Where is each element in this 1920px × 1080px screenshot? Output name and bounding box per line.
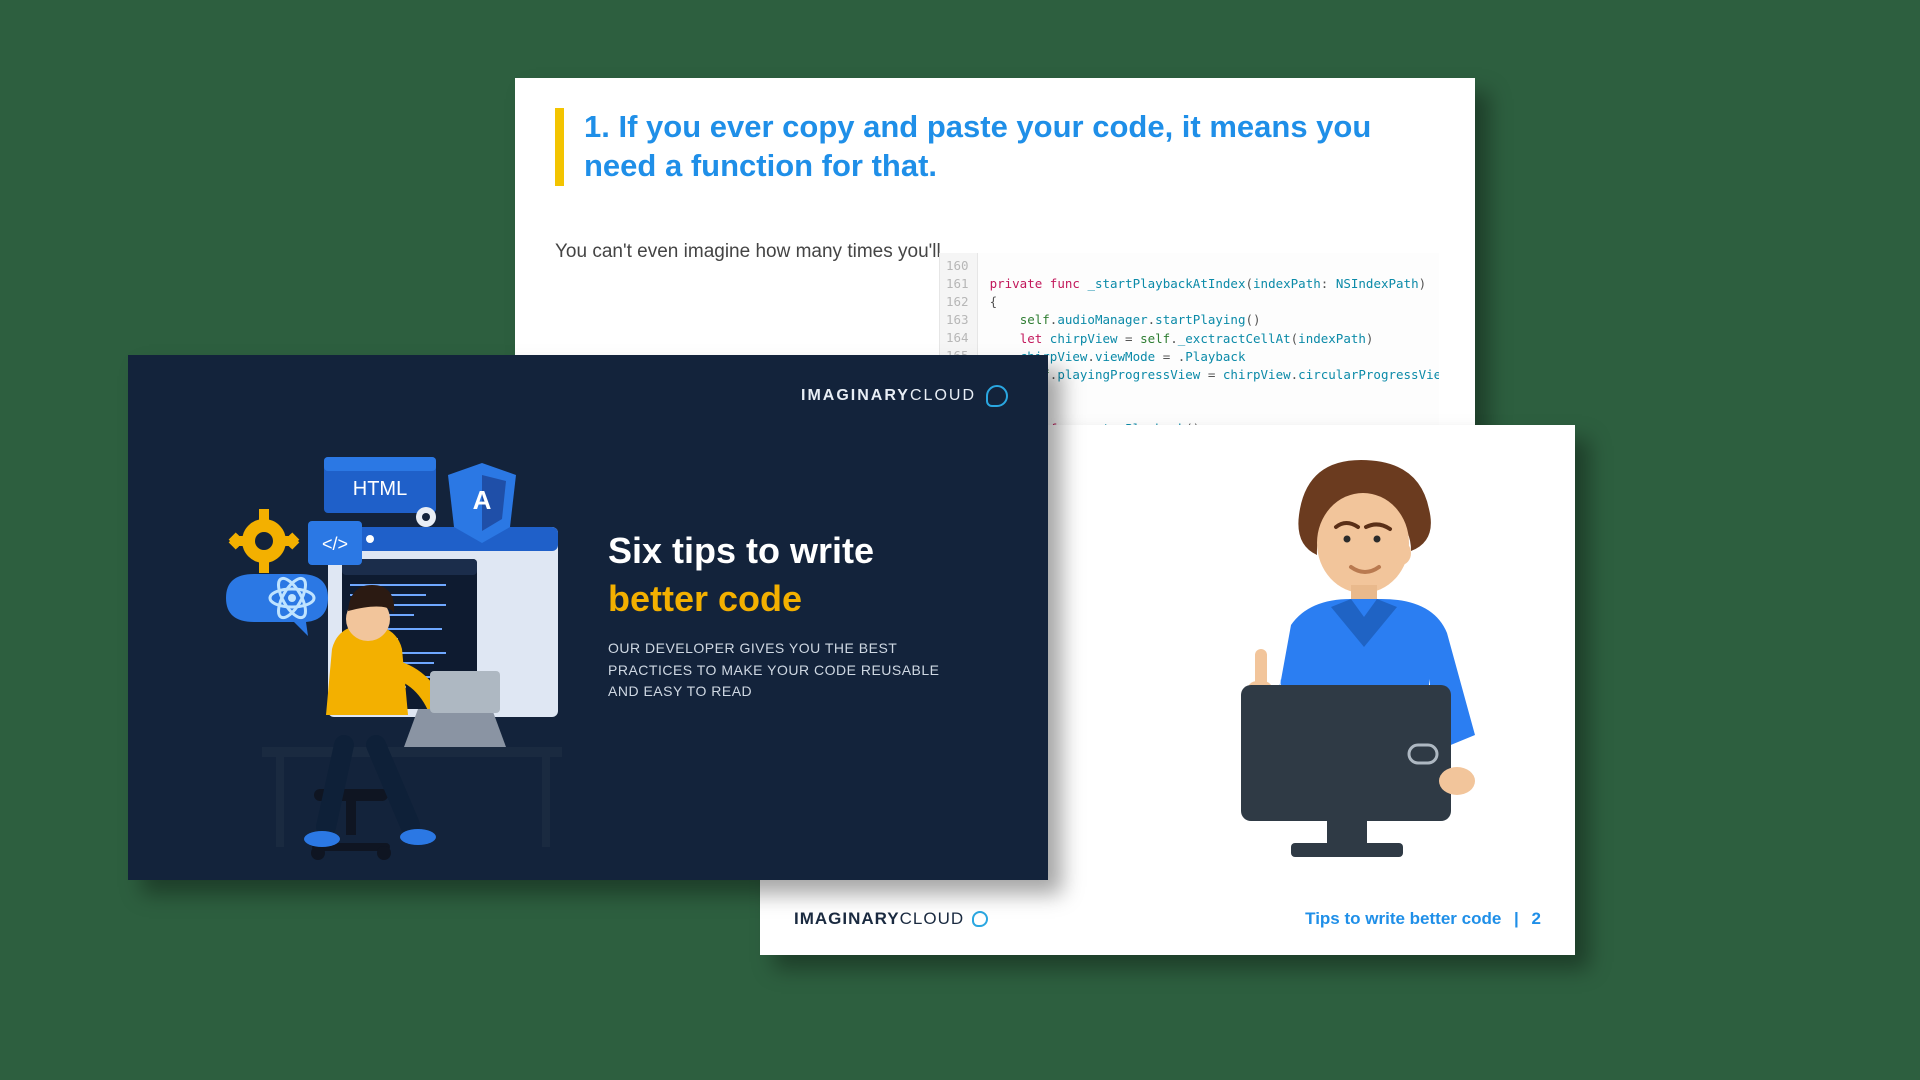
accent-bar [555, 108, 564, 186]
illustration-developer-desk: HTML </> A [146, 409, 606, 879]
footer-separator: | [1514, 909, 1519, 928]
cover-title-line1: Six tips to write [608, 530, 1008, 572]
brand-part2: CLOUD [910, 387, 976, 405]
footer-page-ref: Tips to write better code | 2 [1305, 909, 1541, 929]
tip1-heading: 1. If you ever copy and paste your code,… [555, 108, 1435, 186]
brand-bubble-icon [972, 911, 988, 927]
cover-subtitle: OUR DEVELOPER GIVES YOU THE BEST PRACTIC… [608, 638, 968, 703]
footer-page-number: 2 [1532, 909, 1541, 928]
cover-text-block: Six tips to write better code OUR DEVELO… [608, 530, 1008, 703]
cover-brand: IMAGINARY CLOUD [801, 385, 1008, 407]
slide-footer: IMAGINARY CLOUD Tips to write better cod… [794, 909, 1541, 929]
html-badge-text: HTML [353, 478, 407, 500]
footer-doc-title: Tips to write better code [1305, 909, 1501, 928]
brand-part2: CLOUD [900, 909, 965, 929]
brand-bubble-icon [986, 385, 1008, 407]
slide-cover: IMAGINARY CLOUD Six tips to write better… [128, 355, 1048, 880]
cover-title-line2: better code [608, 578, 1008, 620]
brand-part1: IMAGINARY [801, 387, 910, 405]
code-badge-text: </> [322, 534, 348, 554]
tip1-title: 1. If you ever copy and paste your code,… [584, 108, 1435, 186]
svg-text:A: A [473, 485, 492, 515]
footer-brand: IMAGINARY CLOUD [794, 909, 988, 929]
brand-part1: IMAGINARY [794, 909, 900, 929]
illustration-person-monitor [1151, 435, 1551, 865]
